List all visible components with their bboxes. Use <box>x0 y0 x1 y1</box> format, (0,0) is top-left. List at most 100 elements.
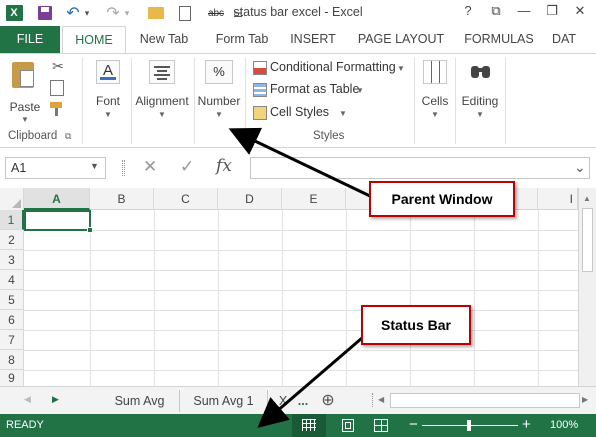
format-painter-icon[interactable] <box>50 102 66 116</box>
row-header-8[interactable]: 8 <box>0 350 24 370</box>
close-icon[interactable]: ✕ <box>568 3 592 23</box>
cell-styles-button[interactable]: Cell Styles ▼ <box>250 103 360 123</box>
column-header-b[interactable]: B <box>90 188 154 210</box>
column-header-d[interactable]: D <box>218 188 282 210</box>
cells-button[interactable]: Cells ▼ <box>416 58 454 124</box>
sheet-tab-sum-avg[interactable]: Sum Avg <box>100 390 180 412</box>
zoom-slider-thumb[interactable] <box>467 420 471 431</box>
enter-icon[interactable]: ✓ <box>180 157 194 177</box>
insert-function-icon[interactable]: fx <box>216 156 232 176</box>
parent-window-callout: Parent Window <box>369 181 515 217</box>
scroll-up-icon[interactable]: ▲ <box>583 194 591 203</box>
scroll-thumb[interactable] <box>582 208 593 272</box>
tab-insert[interactable]: INSERT <box>284 26 342 53</box>
sheet-tab-x[interactable]: X <box>276 390 290 412</box>
cut-icon[interactable]: ✂ <box>49 58 67 76</box>
tab-home[interactable]: HOME <box>62 26 126 53</box>
page-layout-view-icon[interactable] <box>342 419 354 432</box>
alignment-dropdown-icon: ▼ <box>158 110 166 119</box>
sheet-tab-bar: ◀ ▶ Sum Avg Sum Avg 1 X ... ⊕ ◀ ▶ <box>0 386 596 414</box>
cell-styles-icon <box>253 106 267 120</box>
page-break-view-icon[interactable] <box>374 419 388 432</box>
column-header-i[interactable]: I <box>538 188 578 210</box>
horizontal-scroll-grip[interactable] <box>372 393 375 407</box>
new-sheet-icon[interactable]: ⊕ <box>318 390 338 412</box>
row-header-7[interactable]: 7 <box>0 330 24 350</box>
editing-button[interactable]: Editing ▼ <box>457 58 503 124</box>
alignment-icon <box>149 60 175 84</box>
formula-input[interactable] <box>250 157 590 179</box>
paste-button[interactable]: Paste ▼ <box>6 60 44 124</box>
paste-dropdown-icon: ▼ <box>21 115 29 124</box>
column-header-c[interactable]: C <box>154 188 218 210</box>
minimize-icon[interactable]: — <box>512 3 536 23</box>
row-header-9[interactable]: 9 <box>0 370 24 386</box>
tab-formulas[interactable]: FORMULAS <box>458 26 540 53</box>
clipboard-launcher-icon[interactable]: ⧉ <box>65 131 71 142</box>
formula-bar-grip-icon[interactable] <box>122 160 125 176</box>
help-icon[interactable]: ? <box>456 3 480 23</box>
gridline <box>346 210 347 386</box>
zoom-out-icon[interactable]: − <box>409 416 418 433</box>
worksheet-grid: A B C D E F G H I 1 2 3 4 5 6 7 8 9 ▲ <box>0 188 596 386</box>
number-button[interactable]: % Number ▼ <box>195 58 243 124</box>
vertical-scrollbar[interactable]: ▲ <box>578 188 596 386</box>
row-header-4[interactable]: 4 <box>0 270 24 290</box>
gridline <box>24 230 578 231</box>
gridline <box>218 210 219 386</box>
zoom-in-icon[interactable]: + <box>522 416 531 433</box>
conditional-formatting-label: Conditional Formatting <box>270 60 396 74</box>
scroll-right-icon[interactable]: ▶ <box>582 395 588 404</box>
row-header-5[interactable]: 5 <box>0 290 24 310</box>
row-header-3[interactable]: 3 <box>0 250 24 270</box>
cancel-icon[interactable]: ✕ <box>143 157 157 177</box>
conditional-formatting-button[interactable]: Conditional Formatting ▼ <box>250 58 410 78</box>
scroll-left-icon[interactable]: ◀ <box>378 395 384 404</box>
clipboard-group-label: Clipboard <box>8 130 58 142</box>
tab-page-layout[interactable]: PAGE LAYOUT <box>352 26 450 53</box>
copy-icon[interactable] <box>50 80 64 96</box>
row-header-6[interactable]: 6 <box>0 310 24 330</box>
alignment-button[interactable]: Alignment ▼ <box>132 58 192 124</box>
group-divider <box>245 58 246 144</box>
sheet-tab-sum-avg-1[interactable]: Sum Avg 1 <box>180 390 268 412</box>
zoom-slider[interactable] <box>422 420 518 431</box>
zoom-level[interactable]: 100% <box>550 419 578 431</box>
expand-formula-bar-icon[interactable]: ⌄ <box>574 159 586 176</box>
format-as-table-button[interactable]: Format as Table ▼ <box>250 80 380 100</box>
ribbon-display-options-icon[interactable]: ⧉ <box>484 3 508 23</box>
cells-dropdown-icon: ▼ <box>431 110 439 119</box>
normal-view-icon[interactable] <box>292 414 326 437</box>
group-divider <box>414 58 415 144</box>
conditional-formatting-dropdown-icon: ▼ <box>397 64 405 73</box>
row-header-1[interactable]: 1 <box>0 210 24 230</box>
tab-file[interactable]: FILE <box>0 26 60 53</box>
gridline <box>90 210 91 386</box>
select-all-corner[interactable] <box>0 188 24 210</box>
alignment-label: Alignment <box>135 94 189 108</box>
status-bar-callout: Status Bar <box>361 305 471 345</box>
fill-handle[interactable] <box>87 227 93 233</box>
column-header-a[interactable]: A <box>24 188 90 210</box>
font-label: Font <box>95 94 120 108</box>
status-bar: READY − + 100% <box>0 414 596 437</box>
editing-dropdown-icon: ▼ <box>476 110 484 119</box>
sheet-scroll-prev-icon[interactable]: ◀ <box>24 394 31 405</box>
gridline <box>410 210 411 386</box>
restore-icon[interactable]: ❐ <box>540 3 564 23</box>
more-sheets-button[interactable]: ... <box>292 390 314 412</box>
group-divider <box>455 58 456 144</box>
paste-label: Paste <box>9 100 41 114</box>
tab-new-tab[interactable]: New Tab <box>132 26 196 53</box>
editing-label: Editing <box>461 94 499 108</box>
tab-form-tab[interactable]: Form Tab <box>208 26 276 53</box>
horizontal-scrollbar[interactable] <box>390 393 580 408</box>
name-box-dropdown-icon[interactable]: ▼ <box>90 161 99 171</box>
font-button[interactable]: A Font ▼ <box>88 58 128 124</box>
sheet-scroll-next-icon[interactable]: ▶ <box>52 394 59 405</box>
active-cell-a1[interactable] <box>24 210 93 233</box>
tab-data[interactable]: DAT <box>552 26 596 53</box>
row-header-2[interactable]: 2 <box>0 230 24 250</box>
gridline <box>538 210 539 386</box>
column-header-e[interactable]: E <box>282 188 346 210</box>
